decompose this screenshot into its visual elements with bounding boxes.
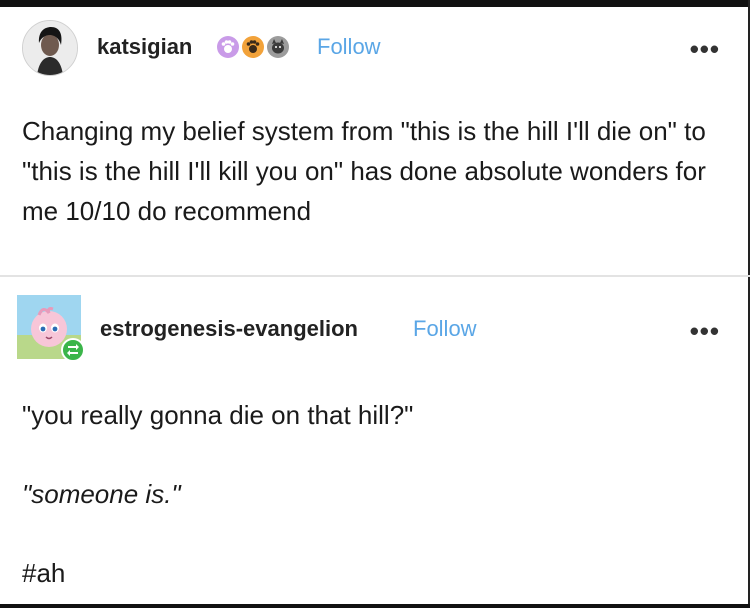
post-original: katsigian Follow ••• Changing my belief … bbox=[0, 7, 750, 275]
pet-badge-icon[interactable] bbox=[266, 35, 290, 59]
post-reblog: estrogenesis-evangelion Follow ••• "you … bbox=[0, 277, 750, 604]
bottom-border bbox=[0, 604, 750, 608]
badges bbox=[216, 35, 290, 59]
username[interactable]: estrogenesis-evangelion bbox=[100, 315, 358, 343]
quote-line: "you really gonna die on that hill?" bbox=[22, 400, 414, 430]
follow-button[interactable]: Follow bbox=[317, 33, 381, 61]
hashtag[interactable]: #ah bbox=[22, 557, 65, 589]
reblog-icon bbox=[61, 338, 85, 362]
avatar[interactable] bbox=[22, 20, 78, 76]
post-body: Changing my belief system from "this is … bbox=[22, 116, 706, 226]
top-border bbox=[0, 0, 750, 7]
follow-button[interactable]: Follow bbox=[413, 315, 477, 343]
more-options-button[interactable]: ••• bbox=[690, 36, 720, 62]
paw-badge-icon[interactable] bbox=[216, 35, 240, 59]
more-options-button[interactable]: ••• bbox=[690, 318, 720, 344]
paw-badge-icon[interactable] bbox=[241, 35, 265, 59]
username[interactable]: katsigian bbox=[97, 33, 192, 61]
avatar-portrait-icon bbox=[23, 21, 77, 75]
quote-line: "someone is." bbox=[22, 479, 181, 509]
